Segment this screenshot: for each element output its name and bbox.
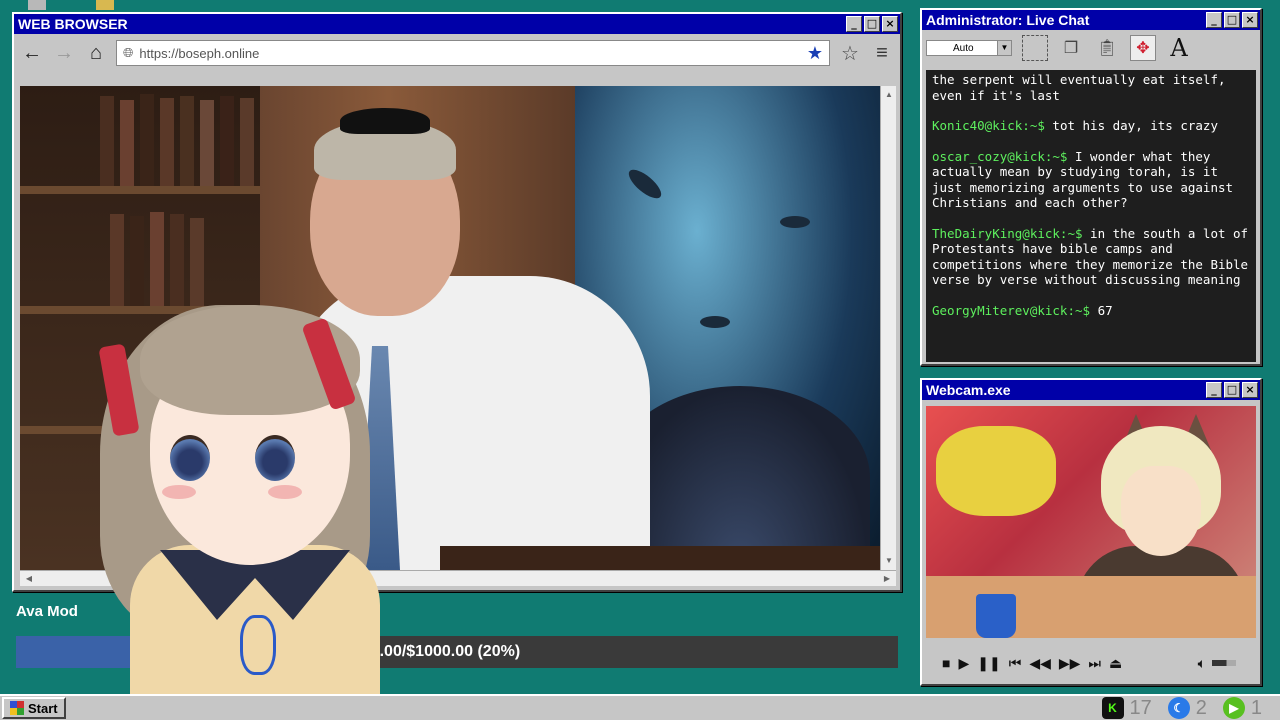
font-icon[interactable]: A: [1166, 34, 1192, 62]
vertical-scrollbar[interactable]: ▲ ▼: [880, 86, 896, 570]
chat-text: the serpent will eventually eat itself, …: [932, 72, 1226, 103]
fish: [700, 316, 730, 328]
hamburger-menu-icon[interactable]: ≡: [870, 41, 894, 65]
paste-icon[interactable]: 📋︎: [1094, 35, 1120, 61]
copy-icon[interactable]: ❐: [1058, 35, 1084, 61]
skip-back-icon[interactable]: ⏮︎: [1009, 655, 1022, 672]
close-button[interactable]: ×: [882, 16, 898, 32]
windows-logo-icon: [10, 701, 24, 715]
chat-message: oscar_cozy@kick:~$ I wonder what they ac…: [932, 149, 1250, 211]
fast-forward-icon[interactable]: ▶▶: [1059, 655, 1081, 672]
system-tray: K 17 ☾ 2 ▶ 1: [1101, 696, 1280, 720]
star-outline-icon[interactable]: ☆: [838, 41, 862, 65]
forward-arrow-icon[interactable]: →: [52, 41, 76, 65]
folder-icon[interactable]: [96, 0, 114, 10]
font-size-select[interactable]: Auto ▼: [926, 40, 1012, 56]
scroll-right-icon[interactable]: ▶: [880, 572, 894, 586]
back-arrow-icon[interactable]: ←: [20, 41, 44, 65]
eject-icon[interactable]: ⏏︎: [1109, 655, 1122, 672]
volume-icon[interactable]: 🔈︎: [1198, 655, 1206, 672]
url-text[interactable]: https://boseph.online: [139, 46, 800, 61]
scroll-left-icon[interactable]: ◀: [22, 572, 36, 586]
pause-icon[interactable]: ❚❚: [977, 655, 1000, 672]
chat-log[interactable]: the serpent will eventually eat itself, …: [926, 70, 1256, 362]
close-button[interactable]: ×: [1242, 12, 1258, 28]
stop-icon[interactable]: ■: [942, 655, 950, 671]
minimize-button[interactable]: _: [1206, 382, 1222, 398]
chat-message: GeorgyMiterev@kick:~$ 67: [932, 303, 1250, 319]
browser-toolbar: ← → ⌂ 🌐︎ https://boseph.online ★ ☆ ≡: [14, 34, 900, 72]
chat-username: Konic40@kick:~$: [932, 118, 1045, 133]
close-button[interactable]: ×: [1242, 382, 1258, 398]
browser-titlebar[interactable]: WEB BROWSER _ □ ×: [14, 14, 900, 34]
kick-count: 17: [1129, 696, 1152, 719]
desk: [440, 546, 880, 570]
minimize-button[interactable]: _: [846, 16, 862, 32]
volume-slider[interactable]: [1212, 660, 1236, 666]
chat-message: Konic40@kick:~$ tot his day, its crazy: [932, 118, 1250, 134]
play-circle-icon[interactable]: ▶: [1222, 697, 1245, 719]
move-icon[interactable]: ✥: [1130, 35, 1156, 61]
chat-message: the serpent will eventually eat itself, …: [932, 72, 1250, 103]
live-chat-window: Administrator: Live Chat _ □ × Auto ▼ ❐ …: [920, 8, 1262, 366]
skip-forward-icon[interactable]: ⏭︎: [1088, 655, 1101, 672]
home-icon[interactable]: ⌂: [84, 41, 108, 65]
chat-username: oscar_cozy@kick:~$: [932, 148, 1068, 164]
vtuber-avatar: [80, 285, 410, 720]
browser-title: WEB BROWSER: [18, 16, 128, 32]
play-count: 1: [1250, 696, 1262, 719]
bookmark-star-filled-icon[interactable]: ★: [807, 43, 823, 64]
start-label: Start: [28, 700, 58, 716]
chat-toolbar: Auto ▼ ❐ 📋︎ ✥ A: [922, 30, 1260, 66]
taskbar: Start K 17 ☾ 2 ▶ 1: [0, 694, 1280, 720]
moon-count: 2: [1195, 696, 1207, 719]
webcam-title: Webcam.exe: [926, 382, 1011, 398]
rewind-icon[interactable]: ◀◀: [1029, 655, 1051, 672]
minimize-button[interactable]: _: [1206, 12, 1222, 28]
chat-message: TheDairyKing@kick:~$ in the south a lot …: [932, 226, 1250, 288]
chat-username: GeorgyMiterev@kick:~$: [932, 302, 1091, 318]
kick-icon[interactable]: K: [1101, 697, 1124, 719]
select-tool-icon[interactable]: [1022, 35, 1048, 61]
maximize-button[interactable]: □: [1224, 12, 1240, 28]
moon-icon[interactable]: ☾: [1167, 697, 1190, 719]
font-size-value: Auto: [953, 42, 974, 54]
webcam-titlebar[interactable]: Webcam.exe _ □ ×: [922, 380, 1260, 400]
start-button[interactable]: Start: [2, 697, 66, 719]
play-icon[interactable]: ▶: [958, 655, 969, 672]
chat-title: Administrator: Live Chat: [926, 12, 1090, 28]
maximize-button[interactable]: □: [1224, 382, 1240, 398]
scroll-up-icon[interactable]: ▲: [882, 88, 896, 102]
chat-text: tot his day, its crazy: [1052, 118, 1218, 133]
chat-text: 67: [1097, 302, 1113, 318]
webcam-view: [926, 406, 1256, 638]
fish: [780, 216, 810, 228]
globe-icon: 🌐︎: [123, 45, 134, 60]
donation-label: Ava Mod: [16, 603, 78, 620]
mug: [976, 594, 1016, 638]
media-controls: ■ ▶ ❚❚ ⏮︎ ◀◀ ▶▶ ⏭︎ ⏏︎ 🔈︎: [926, 646, 1256, 680]
chevron-down-icon[interactable]: ▼: [997, 41, 1011, 55]
maximize-button[interactable]: □: [864, 16, 880, 32]
scroll-down-icon[interactable]: ▼: [882, 554, 896, 568]
chat-titlebar[interactable]: Administrator: Live Chat _ □ ×: [922, 10, 1260, 30]
address-bar[interactable]: 🌐︎ https://boseph.online ★: [116, 40, 830, 66]
desktop-icon[interactable]: [28, 0, 46, 10]
kippah: [340, 108, 430, 134]
chat-username: TheDairyKing@kick:~$: [932, 225, 1083, 241]
webcam-window: Webcam.exe _ □ × ■ ▶ ❚❚ ⏮︎ ◀◀ ▶▶ ⏭︎ ⏏︎ 🔈…: [920, 378, 1262, 686]
